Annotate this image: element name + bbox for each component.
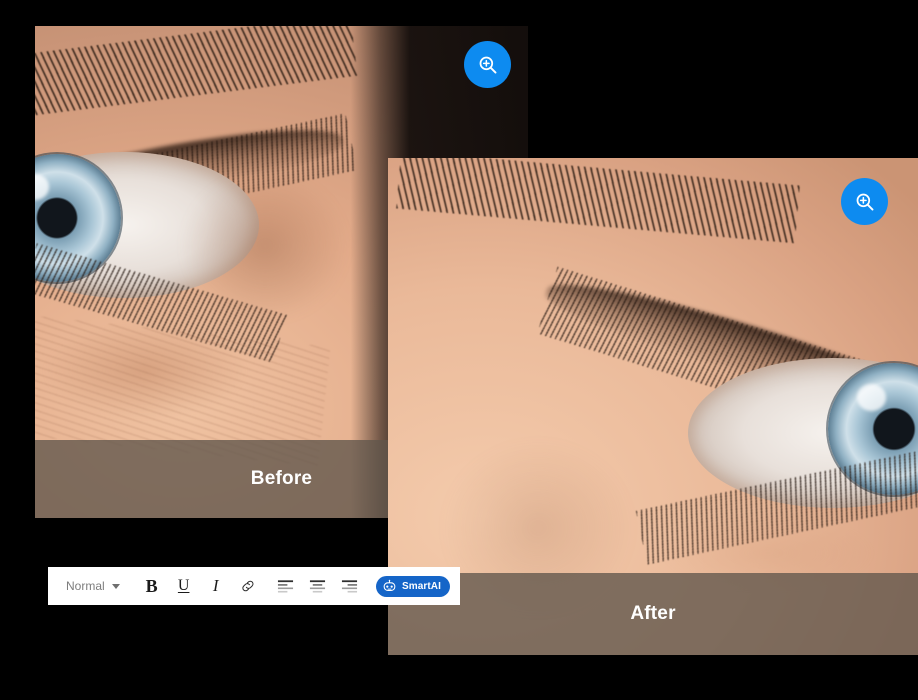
rich-text-toolbar: Normal B U I SmartAI — [48, 567, 460, 605]
eyebrow — [396, 158, 800, 244]
temple-shadow — [155, 146, 375, 346]
robot-icon — [383, 579, 396, 591]
link-button[interactable] — [232, 571, 264, 601]
underline-button[interactable]: U — [168, 571, 200, 601]
comparison-stage: Before After Normal B U I SmartAI — [0, 0, 918, 700]
magnify-plus-icon — [479, 56, 496, 73]
paragraph-style-value: Normal — [66, 579, 105, 593]
align-left-button[interactable] — [270, 571, 302, 601]
bold-button[interactable]: B — [136, 571, 168, 601]
align-right-button[interactable] — [334, 571, 366, 601]
align-left-icon — [278, 580, 294, 593]
after-caption-text: After — [630, 603, 676, 624]
italic-button[interactable]: I — [200, 571, 232, 601]
smartai-button[interactable]: SmartAI — [375, 575, 450, 597]
zoom-in-button-before[interactable] — [464, 41, 511, 88]
after-caption-band: After — [388, 573, 918, 655]
eyebrow — [35, 26, 358, 116]
align-center-icon — [310, 580, 326, 593]
before-caption-text: Before — [250, 468, 313, 489]
zoom-in-button-after[interactable] — [841, 178, 888, 225]
link-icon — [242, 580, 254, 592]
align-center-button[interactable] — [302, 571, 334, 601]
chevron-down-icon — [111, 583, 120, 589]
after-image-panel: After — [388, 158, 918, 655]
align-right-icon — [342, 580, 358, 593]
magnify-plus-icon — [856, 193, 873, 210]
paragraph-style-select[interactable]: Normal — [62, 577, 124, 595]
smartai-label: SmartAI — [401, 580, 441, 592]
